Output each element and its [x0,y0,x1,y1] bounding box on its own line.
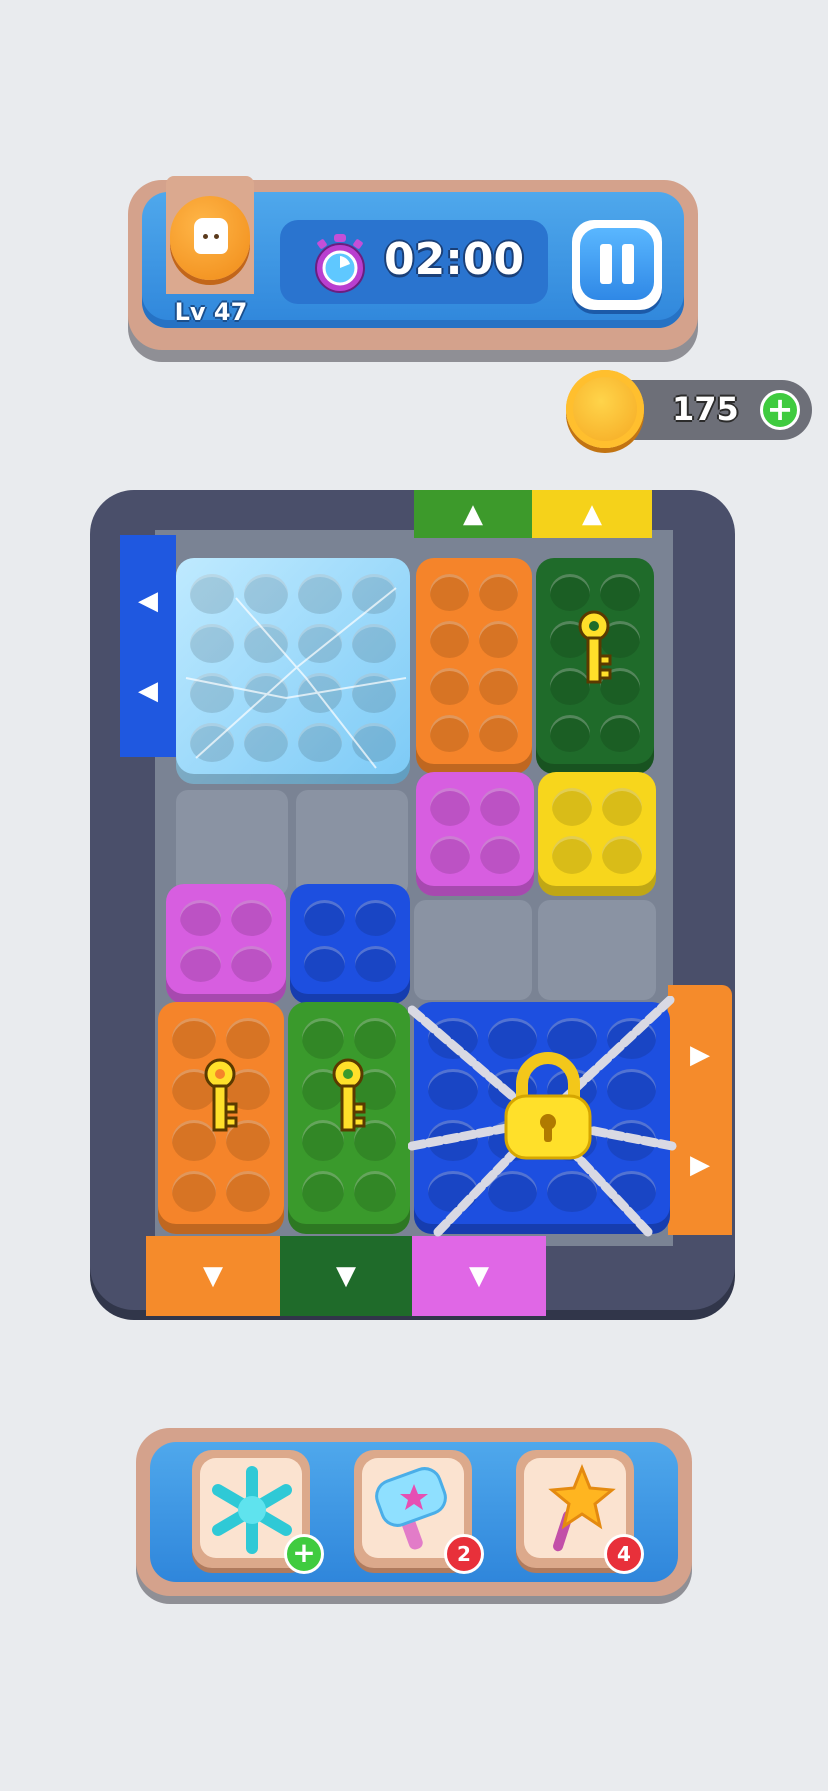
booster-hammer-count: 2 [444,1534,484,1574]
exit-bottom-darkgreen: ▼ [280,1236,412,1316]
coin-amount: 175 [672,390,739,428]
block-yellow-square[interactable] [538,772,656,896]
exit-bottom-magenta: ▼ [412,1236,546,1316]
block-orange-key[interactable] [158,1002,284,1234]
padlock-icon [504,1052,592,1160]
exit-left-blue: ◀ ◀ [120,535,176,757]
block-blue-square[interactable] [290,884,410,1004]
key-icon [204,1058,238,1132]
ice-cracks [185,587,407,769]
pause-icon-bar [622,244,634,284]
stopwatch-icon [315,234,365,293]
empty-cell [414,900,532,1000]
exit-bottom-orange: ▼ [146,1236,280,1316]
bread-face-icon [194,218,228,254]
snowflake-icon [212,1466,292,1554]
booster-wand-count: 4 [604,1534,644,1574]
exit-top-yellow: ▲ [532,490,652,538]
timer-readout: 02:00 [384,234,525,285]
pause-icon [600,244,612,284]
block-darkgreen-key[interactable] [536,558,654,774]
block-magenta-square[interactable] [416,772,534,896]
add-coins-button[interactable]: + [760,390,800,430]
coin-icon [566,370,644,448]
empty-cell [176,790,288,896]
empty-cell [296,790,408,896]
level-label: Lv 47 [174,298,248,326]
key-icon [578,610,612,684]
empty-cell [538,900,656,1000]
hammer-icon [375,1467,447,1550]
booster-freeze-add-badge[interactable]: + [284,1534,324,1574]
frozen-block[interactable] [176,558,410,784]
star-wand-icon [548,1464,616,1552]
block-magenta-square-left[interactable] [166,884,286,1004]
key-icon [332,1058,366,1132]
block-green-key[interactable] [288,1002,410,1234]
exit-top-green: ▲ [414,490,532,538]
block-orange-tall[interactable] [416,558,532,774]
pause-button-face[interactable] [580,228,654,300]
